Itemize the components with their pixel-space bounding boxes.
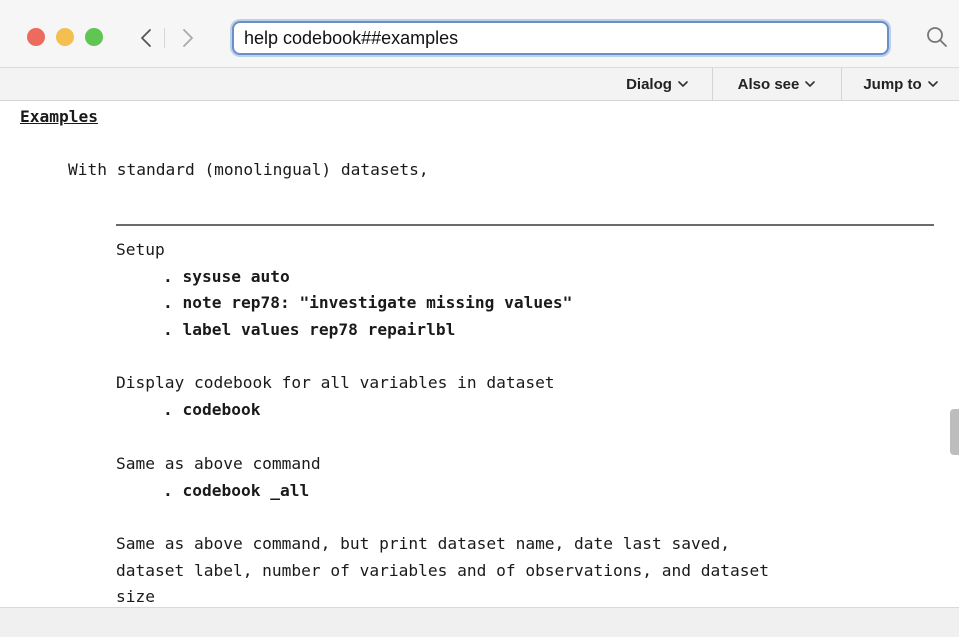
example-description: dataset label, number of variables and o… bbox=[116, 561, 769, 580]
intro-text: With standard (monolingual) datasets, bbox=[68, 160, 429, 179]
section-heading: Examples bbox=[20, 107, 98, 126]
back-button[interactable] bbox=[133, 20, 159, 56]
jump-to-menu[interactable]: Jump to bbox=[841, 68, 959, 101]
window-toolbar bbox=[0, 0, 959, 67]
example-command[interactable]: . codebook _all bbox=[163, 481, 309, 501]
scrollbar-thumb[interactable] bbox=[950, 409, 959, 455]
bottom-bar bbox=[0, 607, 959, 637]
also-see-menu-label: Also see bbox=[737, 76, 800, 93]
address-input[interactable] bbox=[244, 27, 877, 49]
example-command[interactable]: . note rep78: "investigate missing value… bbox=[163, 293, 572, 313]
example-description: Display codebook for all variables in da… bbox=[116, 373, 555, 392]
example-command[interactable]: . label values rep78 repairlbl bbox=[163, 320, 455, 340]
minimize-window-button[interactable] bbox=[56, 28, 74, 46]
example-description: Setup bbox=[116, 240, 165, 259]
dialog-menu-label: Dialog bbox=[626, 76, 672, 93]
address-bar[interactable] bbox=[232, 21, 889, 55]
jump-to-menu-label: Jump to bbox=[863, 76, 922, 93]
example-description: size bbox=[116, 587, 155, 606]
chevron-right-icon bbox=[183, 29, 193, 47]
chevron-down-icon bbox=[927, 81, 938, 87]
close-window-button[interactable] bbox=[27, 28, 45, 46]
example-command[interactable]: . sysuse auto bbox=[163, 267, 290, 287]
forward-button[interactable] bbox=[175, 20, 201, 56]
search-button[interactable] bbox=[924, 24, 950, 50]
example-description: Same as above command bbox=[116, 454, 321, 473]
also-see-menu[interactable]: Also see bbox=[712, 68, 840, 101]
nav-separator bbox=[164, 28, 165, 48]
divider bbox=[116, 224, 934, 226]
chevron-left-icon bbox=[141, 29, 151, 47]
zoom-window-button[interactable] bbox=[85, 28, 103, 46]
help-menubar: Dialog Also see Jump to bbox=[0, 67, 959, 101]
chevron-down-icon bbox=[678, 81, 688, 87]
help-content: Examples With standard (monolingual) dat… bbox=[0, 101, 959, 607]
example-description: Same as above command, but print dataset… bbox=[116, 534, 730, 553]
chevron-down-icon bbox=[805, 81, 816, 87]
magnifier-icon bbox=[927, 27, 947, 47]
dialog-menu[interactable]: Dialog bbox=[603, 68, 711, 101]
example-command[interactable]: . codebook bbox=[163, 400, 260, 420]
